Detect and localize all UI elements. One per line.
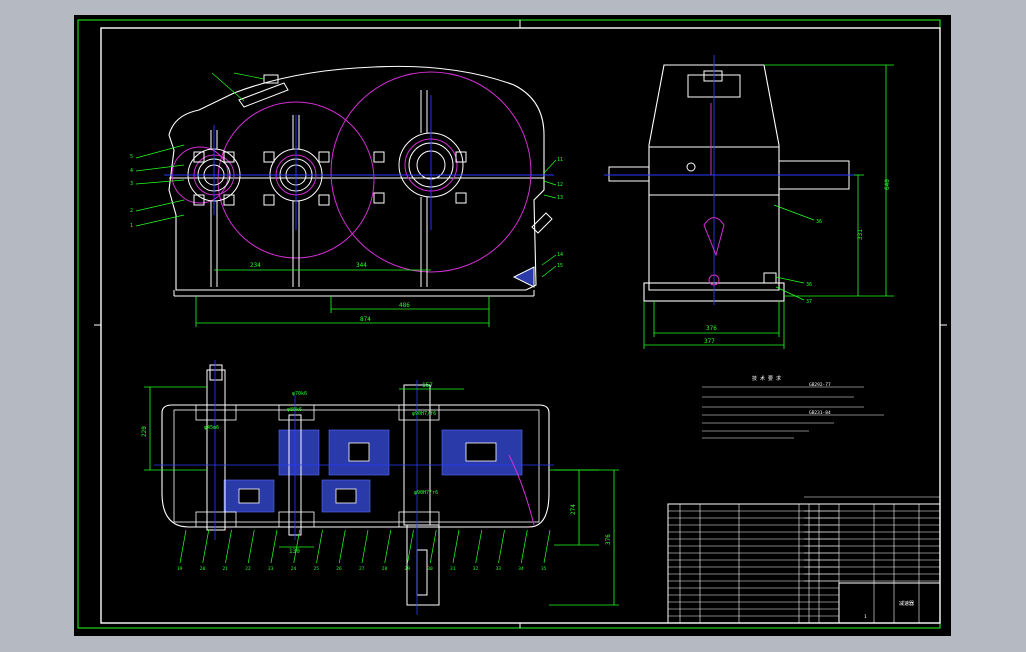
- dim-base-1: 486: [399, 302, 410, 309]
- plan-leader-line: [202, 529, 210, 564]
- notes-bearing-1: GB292-77: [809, 382, 831, 388]
- front-label-2: 2: [130, 208, 133, 214]
- title-block: 减速器 1: [667, 496, 941, 624]
- plan-part-number: 33: [496, 566, 502, 572]
- plan-part-number: 27: [359, 566, 365, 572]
- plan-leader-line: [338, 529, 346, 564]
- dim-height: 640: [884, 179, 891, 190]
- plan-leader-line: [498, 529, 505, 564]
- technical-notes: 技 术 要 求 GB292-77 GB231-84: [702, 375, 884, 439]
- plan-leader-line: [316, 529, 323, 564]
- plan-part-number: 29: [405, 566, 411, 572]
- side-label-37: 37: [806, 299, 812, 305]
- plan-part-number: 21: [223, 566, 229, 572]
- front-label-13: 13: [557, 195, 563, 201]
- dim-center-2: 344: [356, 262, 367, 269]
- plan-part-number: 30: [427, 566, 433, 572]
- cad-drawing: 234 344 486 874 5 4 3 2 1 11 12 13 14 15: [77, 19, 947, 629]
- plan-leader-line: [543, 529, 551, 564]
- dim-fit-2: φ90H7/r6: [414, 490, 438, 496]
- plan-part-number: 31: [450, 566, 456, 572]
- plan-leader-line: [475, 529, 483, 564]
- front-label-12: 12: [557, 182, 563, 188]
- notes-title: 技 术 要 求: [752, 375, 781, 382]
- cad-viewport[interactable]: 234 344 486 874 5 4 3 2 1 11 12 13 14 15: [74, 15, 951, 636]
- front-view: 234 344 486 874 5 4 3 2 1 11 12 13 14 15: [130, 65, 563, 327]
- front-label-11: 11: [557, 157, 563, 163]
- side-label-36b: 36: [806, 282, 812, 288]
- plan-leader-line: [361, 529, 369, 564]
- dim-base-total: 874: [360, 316, 371, 323]
- dim-width-inner: 376: [706, 325, 717, 332]
- dim-plan-bottom: 130: [289, 548, 300, 555]
- dim-fit-1: φ90H7/f6: [412, 411, 436, 417]
- drawing-name: 减速器: [899, 600, 914, 607]
- plan-leader-line: [247, 529, 255, 564]
- inner-frame: [100, 27, 941, 624]
- plan-leader-line: [520, 529, 528, 564]
- dim-shaft-1: φ70k6: [292, 391, 307, 397]
- plan-view: 220 φ70k6 φ45m6 φ80k6 φ90H7/f6 φ90H7/r6 …: [141, 360, 619, 615]
- dim-center-1: 234: [250, 262, 261, 269]
- plan-part-number: 22: [245, 566, 251, 572]
- dim-width-total: 377: [704, 338, 715, 345]
- front-label-4: 4: [130, 168, 133, 174]
- dim-plan-left: 220: [141, 426, 148, 437]
- dim-shaft-2: φ45m6: [204, 425, 219, 431]
- dim-plan-top: 157: [422, 382, 433, 389]
- side-label-36: 36: [816, 219, 822, 225]
- plan-part-number: 20: [200, 566, 206, 572]
- plan-part-number: 24: [291, 566, 297, 572]
- plan-leader-line: [384, 529, 392, 564]
- plan-leader-line: [407, 529, 414, 564]
- dim-plan-right-1: 274: [570, 504, 577, 515]
- front-label-15: 15: [557, 263, 563, 269]
- sheet-number: 1: [864, 614, 867, 620]
- front-label-1: 1: [130, 223, 133, 229]
- dim-plan-right-2: 376: [605, 534, 612, 545]
- dim-bore-1: φ80k6: [287, 407, 302, 413]
- plan-leader-line: [225, 529, 232, 564]
- front-label-3: 3: [130, 181, 133, 187]
- side-view: 640 331 376 377 36 36 37: [604, 55, 894, 349]
- plan-part-number: 26: [336, 566, 342, 572]
- plan-leader-line: [452, 529, 460, 564]
- plan-leader-line: [429, 529, 437, 564]
- plan-part-number: 35: [541, 566, 547, 572]
- plan-part-number: 28: [382, 566, 388, 572]
- plan-leader-line: [179, 529, 187, 564]
- plan-part-number: 34: [518, 566, 524, 572]
- plan-leader-line: [270, 529, 278, 564]
- front-label-5: 5: [130, 154, 133, 160]
- plan-part-number: 32: [473, 566, 479, 572]
- plan-part-number: 23: [268, 566, 274, 572]
- dim-center-height: 331: [857, 229, 864, 240]
- plan-part-number: 25: [314, 566, 320, 572]
- notes-bearing-2: GB231-84: [809, 410, 831, 416]
- front-label-14: 14: [557, 252, 563, 258]
- plan-part-number: 19: [177, 566, 183, 572]
